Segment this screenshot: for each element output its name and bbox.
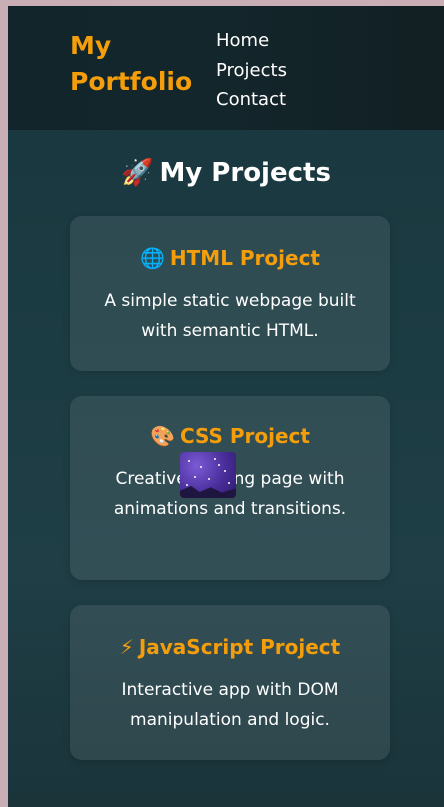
brand-logo[interactable]: My Portfolio bbox=[70, 28, 210, 100]
brand-line-1: My bbox=[70, 31, 112, 60]
project-card-title: ⚡ JavaScript Project bbox=[70, 605, 390, 661]
project-card-title-text: JavaScript Project bbox=[138, 635, 341, 659]
project-card-description: Interactive app with DOM manipulation an… bbox=[121, 680, 339, 730]
project-card-title: 🌐 HTML Project bbox=[70, 216, 390, 272]
brand-line-2: Portfolio bbox=[70, 67, 193, 96]
rocket-icon: 🚀 bbox=[121, 158, 154, 189]
nav-link-contact[interactable]: Contact bbox=[216, 85, 287, 115]
palette-icon: 🎨 bbox=[150, 424, 175, 448]
nav-link-projects[interactable]: Projects bbox=[216, 56, 287, 86]
globe-icon: 🌐 bbox=[140, 246, 165, 270]
project-card-html[interactable]: 🌐 HTML Project A simple static webpage bu… bbox=[70, 216, 390, 371]
nav-link-home[interactable]: Home bbox=[216, 26, 287, 56]
galaxy-image-icon bbox=[180, 452, 236, 498]
project-card-title-text: HTML Project bbox=[169, 246, 320, 270]
main-nav: Home Projects Contact bbox=[216, 26, 287, 115]
site-header: My Portfolio Home Projects Contact bbox=[8, 6, 444, 130]
app-frame: My Portfolio Home Projects Contact 🚀 My P… bbox=[8, 6, 444, 807]
project-card-javascript[interactable]: ⚡ JavaScript Project Interactive app with… bbox=[70, 605, 390, 760]
project-card-description: A simple static webpage built with seman… bbox=[104, 291, 356, 341]
project-card-title-text: CSS Project bbox=[179, 424, 310, 448]
project-card-title: 🎨 CSS Project bbox=[70, 396, 390, 450]
page-title: 🚀 My Projects bbox=[8, 153, 444, 193]
lightning-icon: ⚡ bbox=[119, 635, 134, 659]
page-title-text: My Projects bbox=[159, 158, 331, 189]
